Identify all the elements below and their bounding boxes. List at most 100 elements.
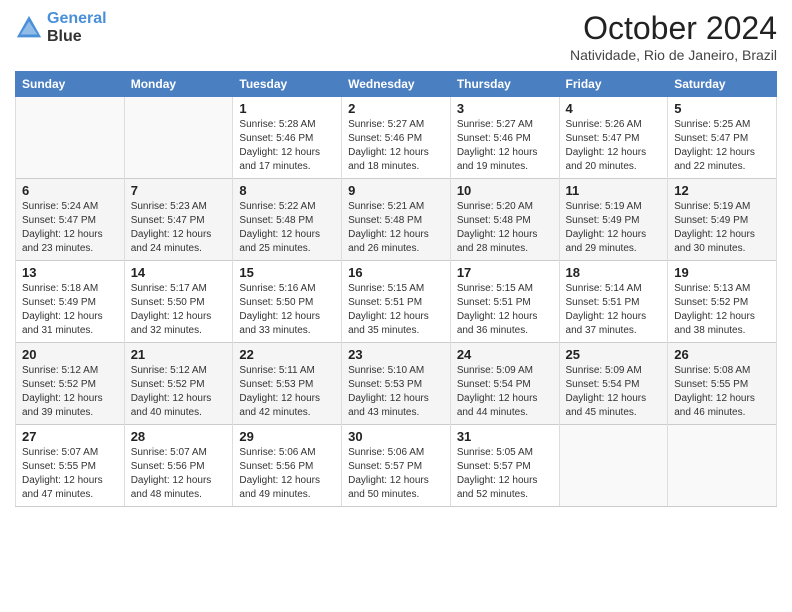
day-info: Sunrise: 5:09 AMSunset: 5:54 PMDaylight:…	[457, 364, 553, 420]
logo: General Blue	[15, 10, 107, 45]
calendar-cell: 20 Sunrise: 5:12 AMSunset: 5:52 PMDayligh…	[16, 343, 125, 425]
calendar-cell: 2 Sunrise: 5:27 AMSunset: 5:46 PMDaylight…	[342, 97, 451, 179]
day-number: 23	[348, 347, 444, 362]
day-number: 5	[674, 101, 770, 116]
calendar-cell: 1Sunrise: 5:28 AMSunset: 5:46 PMDaylight…	[233, 97, 342, 179]
day-info: Sunrise: 5:10 AMSunset: 5:53 PMDaylight:…	[348, 364, 444, 420]
calendar-header: Sunday Monday Tuesday Wednesday Thursday…	[16, 72, 777, 97]
day-number: 12	[674, 183, 770, 198]
day-info: Sunrise: 5:06 AMSunset: 5:57 PMDaylight:…	[348, 446, 444, 502]
day-number: 18	[566, 265, 662, 280]
day-info: Sunrise: 5:26 AMSunset: 5:47 PMDaylight:…	[566, 118, 662, 174]
calendar-cell: 8 Sunrise: 5:22 AMSunset: 5:48 PMDaylight…	[233, 179, 342, 261]
main-container: General Blue October 2024 Natividade, Ri…	[0, 0, 792, 517]
day-number: 17	[457, 265, 553, 280]
calendar-cell	[668, 425, 777, 507]
location-subtitle: Natividade, Rio de Janeiro, Brazil	[570, 47, 777, 63]
day-info: Sunrise: 5:15 AMSunset: 5:51 PMDaylight:…	[457, 282, 553, 338]
logo-icon	[15, 14, 43, 42]
day-info: Sunrise: 5:06 AMSunset: 5:56 PMDaylight:…	[239, 446, 335, 502]
day-number: 4	[566, 101, 662, 116]
col-wednesday: Wednesday	[342, 72, 451, 97]
day-info: Sunrise: 5:19 AMSunset: 5:49 PMDaylight:…	[566, 200, 662, 256]
day-number: 21	[131, 347, 227, 362]
calendar-cell: 15 Sunrise: 5:16 AMSunset: 5:50 PMDayligh…	[233, 261, 342, 343]
calendar-cell: 22Sunrise: 5:11 AMSunset: 5:53 PMDayligh…	[233, 343, 342, 425]
day-info: Sunrise: 5:16 AMSunset: 5:50 PMDaylight:…	[239, 282, 335, 338]
header-row: Sunday Monday Tuesday Wednesday Thursday…	[16, 72, 777, 97]
day-info: Sunrise: 5:13 AMSunset: 5:52 PMDaylight:…	[674, 282, 770, 338]
day-number: 14	[131, 265, 227, 280]
day-info: Sunrise: 5:25 AMSunset: 5:47 PMDaylight:…	[674, 118, 770, 174]
day-number: 27	[22, 429, 118, 444]
day-info: Sunrise: 5:07 AMSunset: 5:56 PMDaylight:…	[131, 446, 227, 502]
calendar-cell: 25 Sunrise: 5:09 AMSunset: 5:54 PMDayligh…	[559, 343, 668, 425]
calendar-cell: 30Sunrise: 5:06 AMSunset: 5:57 PMDayligh…	[342, 425, 451, 507]
day-number: 8	[239, 183, 335, 198]
day-info: Sunrise: 5:21 AMSunset: 5:48 PMDaylight:…	[348, 200, 444, 256]
col-monday: Monday	[124, 72, 233, 97]
day-info: Sunrise: 5:17 AMSunset: 5:50 PMDaylight:…	[131, 282, 227, 338]
day-info: Sunrise: 5:08 AMSunset: 5:55 PMDaylight:…	[674, 364, 770, 420]
calendar-cell: 19 Sunrise: 5:13 AMSunset: 5:52 PMDayligh…	[668, 261, 777, 343]
logo-text: General Blue	[47, 10, 107, 45]
calendar-week-3: 13Sunrise: 5:18 AMSunset: 5:49 PMDayligh…	[16, 261, 777, 343]
calendar-cell: 21Sunrise: 5:12 AMSunset: 5:52 PMDayligh…	[124, 343, 233, 425]
calendar-cell: 27Sunrise: 5:07 AMSunset: 5:55 PMDayligh…	[16, 425, 125, 507]
logo-general: General	[47, 10, 107, 27]
calendar-cell: 13Sunrise: 5:18 AMSunset: 5:49 PMDayligh…	[16, 261, 125, 343]
day-number: 2	[348, 101, 444, 116]
calendar-week-5: 27Sunrise: 5:07 AMSunset: 5:55 PMDayligh…	[16, 425, 777, 507]
day-number: 19	[674, 265, 770, 280]
month-title: October 2024	[570, 10, 777, 47]
day-info: Sunrise: 5:27 AMSunset: 5:46 PMDaylight:…	[348, 118, 444, 174]
calendar-cell: 24 Sunrise: 5:09 AMSunset: 5:54 PMDayligh…	[450, 343, 559, 425]
day-info: Sunrise: 5:20 AMSunset: 5:48 PMDaylight:…	[457, 200, 553, 256]
calendar-cell: 5 Sunrise: 5:25 AMSunset: 5:47 PMDaylight…	[668, 97, 777, 179]
calendar-cell: 26 Sunrise: 5:08 AMSunset: 5:55 PMDayligh…	[668, 343, 777, 425]
day-info: Sunrise: 5:22 AMSunset: 5:48 PMDaylight:…	[239, 200, 335, 256]
calendar-cell: 7 Sunrise: 5:23 AMSunset: 5:47 PMDaylight…	[124, 179, 233, 261]
day-info: Sunrise: 5:23 AMSunset: 5:47 PMDaylight:…	[131, 200, 227, 256]
day-number: 10	[457, 183, 553, 198]
calendar-cell: 11 Sunrise: 5:19 AMSunset: 5:49 PMDayligh…	[559, 179, 668, 261]
calendar-cell	[559, 425, 668, 507]
day-info: Sunrise: 5:28 AMSunset: 5:46 PMDaylight:…	[239, 118, 335, 174]
day-info: Sunrise: 5:09 AMSunset: 5:54 PMDaylight:…	[566, 364, 662, 420]
day-info: Sunrise: 5:27 AMSunset: 5:46 PMDaylight:…	[457, 118, 553, 174]
calendar-cell: 17 Sunrise: 5:15 AMSunset: 5:51 PMDayligh…	[450, 261, 559, 343]
day-number: 15	[239, 265, 335, 280]
calendar-cell: 10 Sunrise: 5:20 AMSunset: 5:48 PMDayligh…	[450, 179, 559, 261]
day-number: 16	[348, 265, 444, 280]
day-info: Sunrise: 5:14 AMSunset: 5:51 PMDaylight:…	[566, 282, 662, 338]
calendar-cell: 16 Sunrise: 5:15 AMSunset: 5:51 PMDayligh…	[342, 261, 451, 343]
calendar-cell: 6Sunrise: 5:24 AMSunset: 5:47 PMDaylight…	[16, 179, 125, 261]
col-thursday: Thursday	[450, 72, 559, 97]
calendar-cell: 29Sunrise: 5:06 AMSunset: 5:56 PMDayligh…	[233, 425, 342, 507]
calendar-cell: 9 Sunrise: 5:21 AMSunset: 5:48 PMDaylight…	[342, 179, 451, 261]
day-number: 20	[22, 347, 118, 362]
day-info: Sunrise: 5:12 AMSunset: 5:52 PMDaylight:…	[22, 364, 118, 420]
day-number: 25	[566, 347, 662, 362]
page-header: General Blue October 2024 Natividade, Ri…	[15, 10, 777, 63]
day-number: 13	[22, 265, 118, 280]
calendar-week-2: 6Sunrise: 5:24 AMSunset: 5:47 PMDaylight…	[16, 179, 777, 261]
day-number: 3	[457, 101, 553, 116]
day-info: Sunrise: 5:05 AMSunset: 5:57 PMDaylight:…	[457, 446, 553, 502]
day-number: 11	[566, 183, 662, 198]
day-number: 9	[348, 183, 444, 198]
logo-blue: Blue	[47, 28, 107, 46]
calendar-cell: 23 Sunrise: 5:10 AMSunset: 5:53 PMDayligh…	[342, 343, 451, 425]
day-number: 24	[457, 347, 553, 362]
calendar-cell	[124, 97, 233, 179]
calendar-cell	[16, 97, 125, 179]
calendar-cell: 31Sunrise: 5:05 AMSunset: 5:57 PMDayligh…	[450, 425, 559, 507]
title-block: October 2024 Natividade, Rio de Janeiro,…	[570, 10, 777, 63]
calendar-week-4: 20 Sunrise: 5:12 AMSunset: 5:52 PMDayligh…	[16, 343, 777, 425]
calendar-cell: 18 Sunrise: 5:14 AMSunset: 5:51 PMDayligh…	[559, 261, 668, 343]
day-info: Sunrise: 5:15 AMSunset: 5:51 PMDaylight:…	[348, 282, 444, 338]
day-number: 26	[674, 347, 770, 362]
day-number: 7	[131, 183, 227, 198]
day-number: 22	[239, 347, 335, 362]
calendar-cell: 12Sunrise: 5:19 AMSunset: 5:49 PMDayligh…	[668, 179, 777, 261]
